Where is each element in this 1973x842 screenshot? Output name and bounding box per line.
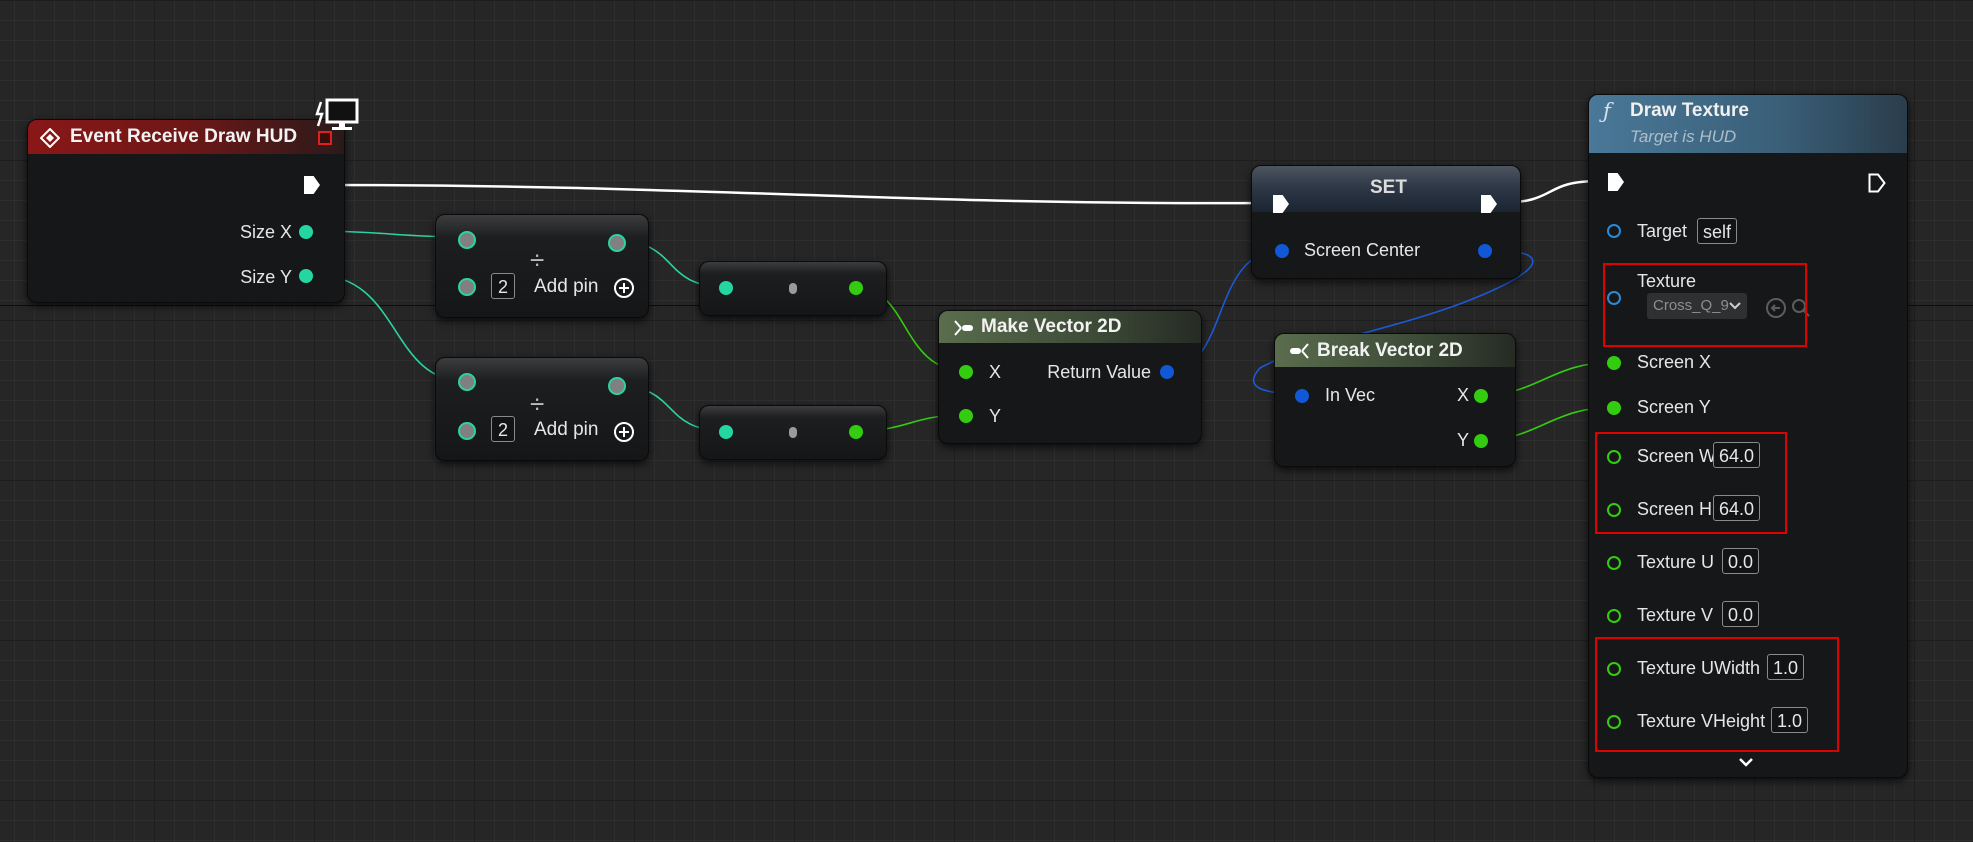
screen-x-label: Screen X: [1637, 352, 1712, 372]
add-pin-icon[interactable]: [613, 421, 635, 443]
divide-node-bottom[interactable]: 2 ÷ Add pin: [435, 357, 649, 461]
function-icon: ƒ: [1603, 99, 1611, 123]
exec-wire-event-to-set: [324, 183, 1269, 205]
divide-top-a-pin[interactable]: [458, 231, 476, 249]
exec-out-outline-icon[interactable]: [1868, 173, 1886, 193]
texture-u-label: Texture U: [1637, 552, 1715, 572]
conversion-bottom-out-pin[interactable]: [849, 425, 863, 439]
size-x-pin[interactable]: [299, 225, 313, 239]
draw-texture-title: Draw Texture: [1630, 100, 1749, 121]
size-x-label: Size X: [239, 222, 292, 242]
make-vector-title: Make Vector 2D: [981, 316, 1122, 337]
make-struct-icon: [954, 320, 973, 336]
screen-y-pin[interactable]: [1607, 401, 1621, 415]
size-y-pin[interactable]: [299, 269, 313, 283]
highlight-texture: [1603, 263, 1807, 347]
event-node-title: Event Receive Draw HUD: [70, 126, 298, 147]
texture-u-value[interactable]: 0.0: [1722, 548, 1760, 574]
break-vector-x-pin[interactable]: [1474, 389, 1488, 403]
highlight-texture-uv-size: [1595, 637, 1839, 752]
screen-x-pin[interactable]: [1607, 356, 1621, 370]
make-vector-x-pin[interactable]: [959, 365, 973, 379]
break-vector-in-vec-label: In Vec: [1325, 385, 1376, 405]
make-vector-header[interactable]: Make Vector 2D: [939, 311, 1201, 343]
draw-texture-exec-in-pin[interactable]: [1608, 173, 1624, 191]
event-node-header[interactable]: Event Receive Draw HUD: [28, 120, 344, 154]
highlight-screen-size: [1595, 432, 1787, 534]
make-vector-return-pin[interactable]: [1160, 365, 1174, 379]
conversion-top-in-pin[interactable]: [719, 281, 733, 295]
divide-bottom-add-pin-label[interactable]: Add pin: [534, 419, 598, 441]
break-vector-x-label: X: [1456, 385, 1469, 405]
conversion-dot: [789, 283, 797, 294]
texture-v-pin[interactable]: [1607, 609, 1621, 623]
set-screen-center-in-pin[interactable]: [1275, 244, 1289, 258]
conversion-bottom-in-pin[interactable]: [719, 425, 733, 439]
set-screen-center-label: Screen Center: [1304, 240, 1421, 260]
divide-bottom-out-pin[interactable]: [608, 377, 626, 395]
break-vector-in-vec-pin[interactable]: [1295, 389, 1309, 403]
make-vector-2d-node[interactable]: Make Vector 2D X Y Return Value: [938, 310, 1202, 444]
add-pin-icon[interactable]: [613, 277, 635, 299]
float-to-double-conversion-top[interactable]: [699, 261, 887, 316]
target-pin[interactable]: [1607, 224, 1621, 238]
divide-bottom-a-pin[interactable]: [458, 373, 476, 391]
draw-texture-subtitle: Target is HUD: [1630, 127, 1737, 146]
event-receive-draw-hud-node[interactable]: Event Receive Draw HUD Size X Size Y: [27, 119, 345, 303]
conversion-top-out-pin[interactable]: [849, 281, 863, 295]
conversion-dot: [789, 427, 797, 438]
set-variable-node[interactable]: SET Screen Center: [1251, 165, 1521, 279]
make-vector-x-label: X: [989, 362, 1002, 382]
set-title: SET: [1370, 177, 1407, 198]
make-vector-return-label: Return Value: [1047, 362, 1151, 382]
monitor-icon: [315, 98, 359, 130]
divide-top-add-pin-label[interactable]: Add pin: [534, 276, 598, 298]
make-vector-y-label: Y: [989, 406, 1002, 426]
divide-bottom-b-value[interactable]: 2: [491, 416, 515, 442]
screen-y-label: Screen Y: [1637, 397, 1711, 417]
texture-v-value[interactable]: 0.0: [1722, 601, 1760, 627]
divide-bottom-b-pin[interactable]: [458, 422, 476, 440]
break-vector-2d-node[interactable]: Break Vector 2D In Vec X Y: [1274, 333, 1516, 467]
target-label: Target: [1637, 221, 1688, 241]
break-struct-icon: [1290, 343, 1309, 359]
divide-top-b-pin[interactable]: [458, 278, 476, 296]
expand-chevron-icon[interactable]: [1738, 757, 1754, 767]
divide-icon: ÷: [530, 245, 545, 275]
break-vector-y-label: Y: [1456, 430, 1469, 450]
divide-node-top[interactable]: 2 ÷ Add pin: [435, 214, 649, 318]
size-y-label: Size Y: [240, 267, 292, 287]
texture-u-pin[interactable]: [1607, 556, 1621, 570]
event-exec-out-pin[interactable]: [304, 176, 320, 194]
target-value[interactable]: self: [1697, 218, 1738, 244]
make-vector-y-pin[interactable]: [959, 409, 973, 423]
texture-v-label: Texture V: [1637, 605, 1714, 625]
break-vector-title: Break Vector 2D: [1317, 340, 1463, 361]
divide-icon: ÷: [530, 389, 545, 419]
divide-top-out-pin[interactable]: [608, 234, 626, 252]
set-screen-center-out-pin[interactable]: [1478, 244, 1492, 258]
event-diamond-icon: [40, 128, 60, 148]
break-vector-y-pin[interactable]: [1474, 434, 1488, 448]
float-to-double-conversion-bottom[interactable]: [699, 405, 887, 460]
divide-top-b-value[interactable]: 2: [491, 273, 515, 299]
